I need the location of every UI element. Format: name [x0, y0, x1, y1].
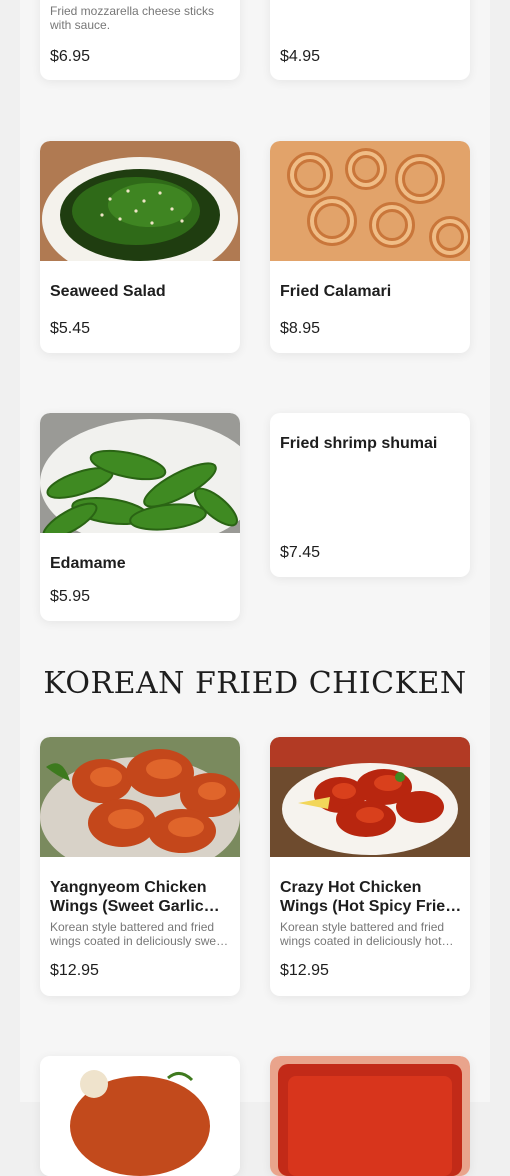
chicken-dish-image — [270, 1056, 470, 1176]
item-name: Edamame — [50, 555, 126, 572]
item-price: $7.45 — [280, 544, 321, 561]
item-name: Yangnyeom Chicken Wings (Sweet Garlic Sa… — [50, 879, 207, 915]
item-name: Seaweed Salad — [50, 283, 166, 300]
menu-item-card-fried-calamari[interactable]: Fried Calamari $8.95 — [270, 141, 470, 353]
menu-item-card-seaweed-salad[interactable]: Seaweed Salad $5.45 — [40, 141, 240, 353]
item-description: Korean style battered and fried wings co… — [50, 920, 227, 948]
item-price: $12.95 — [50, 962, 99, 979]
crazy-hot-wings-image — [270, 737, 470, 857]
fried-calamari-image — [270, 141, 470, 261]
item-description: Korean style battered and fried wings co… — [280, 920, 445, 948]
seaweed-salad-image — [40, 141, 240, 261]
item-price: $5.95 — [50, 588, 91, 605]
section-title: KOREAN FRIED CHICKEN — [43, 666, 467, 701]
menu-item-card-bottom-right[interactable] — [270, 1056, 470, 1176]
edamame-image — [40, 413, 240, 533]
item-name: Crazy Hot Chicken Wings (Hot Spicy Fried… — [280, 879, 455, 915]
menu-page: Fried mozzarella cheese sticks with sauc… — [20, 0, 490, 1176]
item-name: Fried shrimp shumai — [280, 435, 438, 452]
item-description: Fried mozzarella cheese sticks with sauc… — [50, 4, 215, 32]
menu-item-card-crazy-hot-wings[interactable]: Crazy Hot Chicken Wings (Hot Spicy Fried… — [270, 737, 470, 996]
menu-item-card-bottom-left[interactable] — [40, 1056, 240, 1176]
item-price: $8.95 — [280, 320, 321, 337]
menu-item-card-yangnyeom-wings[interactable]: Yangnyeom Chicken Wings (Sweet Garlic Sa… — [40, 737, 240, 996]
item-price: $12.95 — [280, 962, 329, 979]
menu-item-card-fried-shrimp-shumai[interactable]: Fried shrimp shumai $7.45 — [270, 413, 470, 577]
menu-item-card-edamame[interactable]: Edamame $5.95 — [40, 413, 240, 621]
item-price: $5.45 — [50, 320, 91, 337]
menu-item-card-mozzarella[interactable]: Fried mozzarella cheese sticks with sauc… — [40, 0, 240, 80]
item-price: $4.95 — [280, 48, 321, 65]
yangnyeom-wings-image — [40, 737, 240, 857]
menu-item-card-partial[interactable]: $4.95 — [270, 0, 470, 80]
item-price: $6.95 — [50, 48, 91, 65]
chicken-dish-image — [40, 1056, 240, 1176]
item-name: Fried Calamari — [280, 283, 392, 300]
